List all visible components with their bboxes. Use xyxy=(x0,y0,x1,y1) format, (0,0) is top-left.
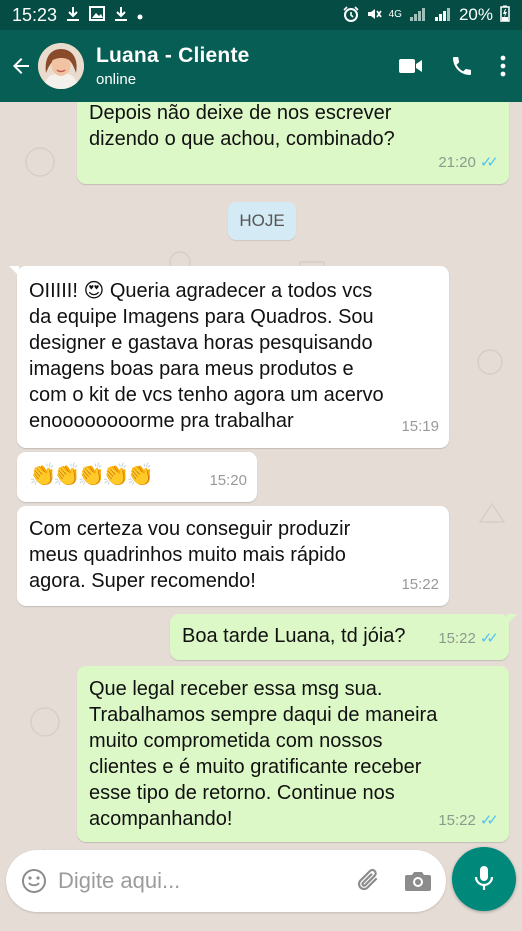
message-text-line: muito comprometida com nossos xyxy=(89,730,383,752)
smiley-icon xyxy=(22,869,46,893)
network-type-label: 4G xyxy=(388,9,402,20)
message-time: 15:22 xyxy=(438,630,476,647)
message-text-line: imagens boas para meus produtos e xyxy=(29,358,354,380)
message-text-line: Depois não deixe de nos escrever xyxy=(89,102,392,124)
chat-header: Luana - Cliente online xyxy=(0,30,522,102)
back-button[interactable] xyxy=(4,46,38,86)
microphone-icon xyxy=(474,866,494,890)
signal-icon xyxy=(434,6,452,25)
message-time: 15:22 xyxy=(401,576,439,593)
battery-percent: 20% xyxy=(458,5,493,24)
signal-icon xyxy=(409,6,427,25)
contact-status: online xyxy=(96,71,137,88)
message-text-line: Com certeza vou conseguir produzir xyxy=(29,518,351,540)
emoji-button[interactable] xyxy=(20,867,48,895)
read-ticks-icon: ✓✓ xyxy=(479,630,499,647)
image-icon xyxy=(89,6,106,24)
message-bubble-outgoing[interactable]: Que legal receber essa msg sua. Trabalha… xyxy=(77,666,509,842)
message-meta: 15:20 xyxy=(209,468,247,494)
message-text-line: clientes e é muito gratificante receber xyxy=(89,756,422,778)
voice-record-button[interactable] xyxy=(452,847,516,911)
battery-charging-icon xyxy=(500,5,510,25)
message-bubble-outgoing[interactable]: Depois não deixe de nos escrever dizendo… xyxy=(77,102,509,184)
message-text-line: designer e gastava horas pesquisando xyxy=(29,332,373,354)
alarm-icon xyxy=(343,5,359,25)
chat-area[interactable]: Depois não deixe de nos escrever dizendo… xyxy=(0,102,522,931)
message-time: 15:19 xyxy=(401,418,439,435)
status-time: 15:23 xyxy=(12,4,58,25)
more-options-button[interactable] xyxy=(500,55,506,77)
status-bar-right: 4G 20% xyxy=(343,5,510,25)
message-text-line: meus quadrinhos muito mais rápido xyxy=(29,544,346,566)
notification-dot-icon xyxy=(137,8,143,23)
arrow-left-icon xyxy=(13,58,29,74)
download-icon xyxy=(114,6,128,25)
status-bar-left: 15:23 xyxy=(12,5,143,26)
message-bubble-incoming[interactable]: OIIIII! 😍 Queria agradecer a todos vcs d… xyxy=(9,266,449,448)
avatar[interactable] xyxy=(38,43,84,89)
voice-call-button[interactable] xyxy=(450,54,474,78)
message-text-line: OIIIII! 😍 Queria agradecer a todos vcs xyxy=(29,280,373,302)
more-vertical-icon xyxy=(500,55,506,77)
header-actions xyxy=(398,54,506,78)
message-text-line: agora. Super recomendo! xyxy=(29,570,256,592)
message-text-line: Que legal receber essa msg sua. xyxy=(89,678,383,700)
message-time: 15:22 xyxy=(438,812,476,829)
message-composer xyxy=(6,850,446,912)
message-bubble-incoming[interactable]: 👏👏👏👏👏 15:20 xyxy=(17,452,257,502)
download-icon xyxy=(66,6,80,25)
message-text-line: esse tipo de retorno. Continue nos xyxy=(89,782,395,804)
message-text-line: enoooooooorme pra trabalhar xyxy=(29,410,294,432)
message-bubble-outgoing[interactable]: Boa tarde Luana, td jóia? 15:22 ✓✓ xyxy=(170,614,517,660)
message-text-line: da equipe Imagens para Quadros. Sou xyxy=(29,306,374,328)
message-bubble-incoming[interactable]: Com certeza vou conseguir produzir meus … xyxy=(17,506,449,606)
video-camera-icon xyxy=(399,59,422,73)
message-time: 21:20 xyxy=(438,154,476,171)
message-text-line: Trabalhamos sempre daqui de maneira xyxy=(89,704,438,726)
message-time: 15:20 xyxy=(209,472,247,489)
phone-icon xyxy=(453,57,471,75)
attach-button[interactable] xyxy=(356,867,382,895)
message-text-line: acompanhando! xyxy=(89,808,233,830)
camera-button[interactable] xyxy=(404,869,432,893)
message-meta: 15:22 xyxy=(401,572,439,598)
contact-info[interactable]: Luana - Cliente online xyxy=(96,44,250,88)
paperclip-icon xyxy=(357,868,378,891)
read-ticks-icon: ✓✓ xyxy=(479,154,499,171)
message-meta: 21:20 ✓✓ xyxy=(438,150,499,176)
message-meta: 15:22 ✓✓ xyxy=(438,808,499,834)
contact-name: Luana - Cliente xyxy=(96,44,250,67)
camera-icon xyxy=(405,872,431,891)
message-input[interactable] xyxy=(58,868,338,894)
message-text-line: dizendo o que achou, combinado? xyxy=(89,128,395,150)
video-call-button[interactable] xyxy=(398,57,424,75)
message-meta: 15:19 xyxy=(401,414,439,440)
read-ticks-icon: ✓✓ xyxy=(479,812,499,829)
mute-icon xyxy=(366,6,382,25)
date-divider: HOJE xyxy=(228,202,296,240)
message-meta: 15:22 ✓✓ xyxy=(438,626,499,652)
status-bar: 15:23 4G 20% xyxy=(0,0,522,30)
message-text-line: com o kit de vcs tenho agora um acervo xyxy=(29,384,384,406)
